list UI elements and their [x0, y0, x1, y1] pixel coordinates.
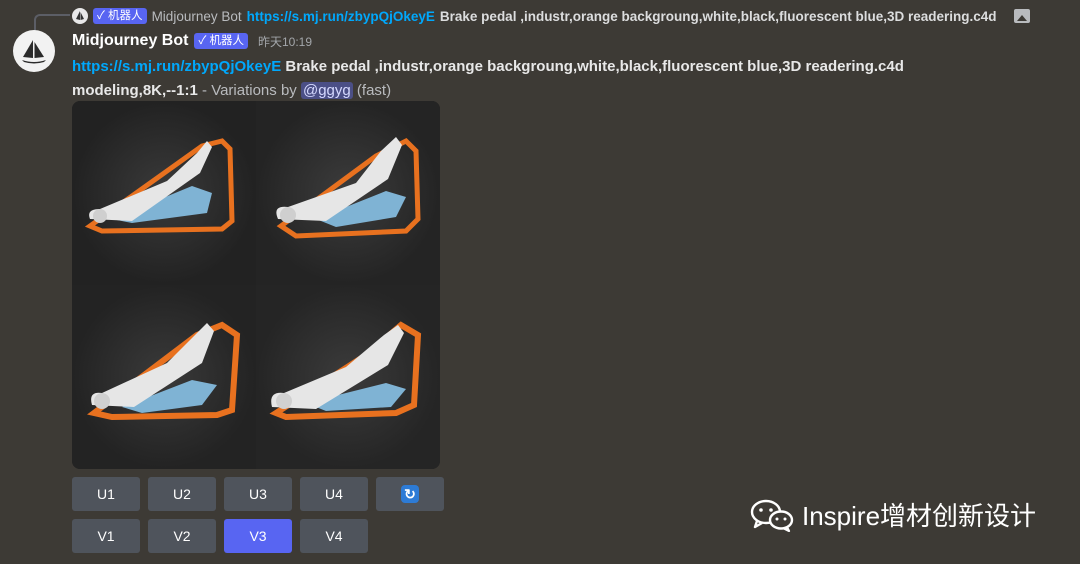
speed-label: (fast) — [356, 81, 392, 99]
message-header: Midjourney Bot ✓ 机器人 昨天10:19 — [72, 32, 312, 50]
prompt-link[interactable]: https://s.mj.run/zbypQjOkeyE — [72, 58, 281, 75]
bot-badge: ✓ 机器人 — [194, 33, 248, 49]
timestamp: 昨天10:19 — [258, 34, 313, 49]
user-mention[interactable]: @ggyg — [300, 81, 353, 99]
prompt-params: modeling,8K,--1:1 — [72, 81, 198, 99]
bot-badge: ✓ 机器人 — [93, 8, 147, 24]
prompt-text: Brake pedal ,industr,orange backgroung,w… — [285, 58, 904, 75]
variation-button-row: V1 V2 V3 V4 — [72, 519, 368, 553]
image-grid[interactable] — [72, 101, 440, 469]
message-content: https://s.mj.run/zbypQjOkeyE Brake pedal… — [72, 55, 972, 102]
u2-button[interactable]: U2 — [148, 477, 216, 511]
username[interactable]: Midjourney Bot — [72, 32, 188, 50]
u3-button[interactable]: U3 — [224, 477, 292, 511]
upscale-button-row: U1 U2 U3 U4 ↻ — [72, 477, 444, 511]
avatar[interactable] — [13, 30, 55, 72]
refresh-icon: ↻ — [401, 485, 419, 503]
reply-reference[interactable]: ✓ 机器人 Midjourney Bot https://s.mj.run/zb… — [72, 6, 1030, 26]
reply-link[interactable]: https://s.mj.run/zbypQjOkeyE — [247, 9, 435, 24]
reroll-button[interactable]: ↻ — [376, 477, 444, 511]
image-tile-2[interactable] — [256, 101, 440, 285]
v4-button[interactable]: V4 — [300, 519, 368, 553]
image-tile-4[interactable] — [256, 285, 440, 469]
bot-mini-avatar — [72, 8, 88, 24]
wechat-icon — [750, 499, 794, 532]
u4-button[interactable]: U4 — [300, 477, 368, 511]
reply-username[interactable]: Midjourney Bot — [152, 9, 242, 24]
watermark: Inspire增材创新设计 — [750, 496, 1036, 533]
midjourney-logo-icon — [22, 40, 46, 64]
u1-button[interactable]: U1 — [72, 477, 140, 511]
reply-text: Brake pedal ,industr,orange backgroung,w… — [439, 8, 997, 24]
image-tile-1[interactable] — [72, 101, 256, 285]
watermark-text: Inspire增材创新设计 — [802, 501, 1037, 531]
image-icon — [1014, 9, 1030, 23]
image-tile-3[interactable] — [72, 285, 256, 469]
v2-button[interactable]: V2 — [148, 519, 216, 553]
variations-label: - Variations by — [197, 81, 301, 99]
v3-button[interactable]: V3 — [224, 519, 292, 553]
v1-button[interactable]: V1 — [72, 519, 140, 553]
